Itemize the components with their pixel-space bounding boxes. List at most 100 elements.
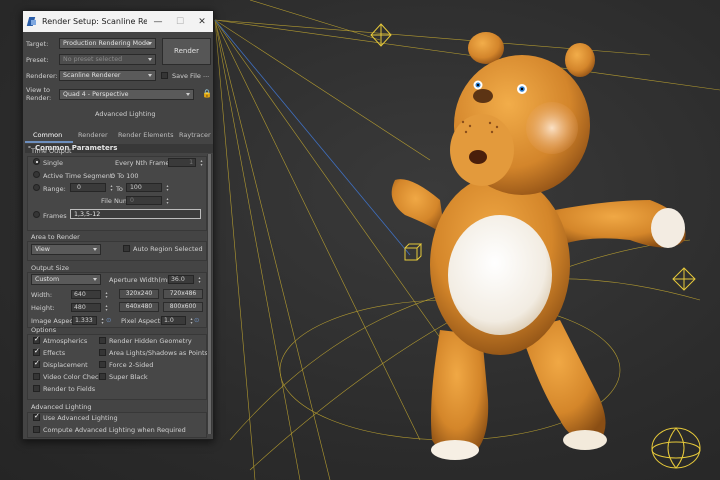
- width-spinner[interactable]: 640: [71, 290, 108, 299]
- scrollbar-thumb[interactable]: [208, 154, 211, 434]
- preset-800x600-button[interactable]: 800x600: [163, 302, 203, 312]
- view-to-render-value: Quad 4 - Perspective: [63, 91, 129, 98]
- close-button[interactable]: ✕: [191, 17, 213, 27]
- save-file-checkbox[interactable]: [161, 72, 168, 79]
- compute-advanced-lighting-label: Compute Advanced Lighting when Required: [43, 426, 186, 434]
- render-to-fields-label: Render to Fields: [43, 385, 96, 393]
- frames-radio[interactable]: [33, 211, 40, 218]
- target-label: Target:: [26, 40, 49, 48]
- displacement-label: Displacement: [43, 361, 88, 369]
- use-advanced-lighting-checkbox[interactable]: [33, 412, 40, 421]
- target-value: Production Rendering Mode: [63, 40, 150, 47]
- active-tab-indicator: [25, 141, 73, 143]
- range-to-label: To: [116, 185, 123, 193]
- chevron-down-icon: [93, 248, 97, 251]
- output-size-title: Output Size: [31, 264, 69, 272]
- target-dropdown[interactable]: Production Rendering Mode: [59, 38, 156, 49]
- atmospherics-checkbox[interactable]: [33, 335, 40, 344]
- light-gizmo-icon[interactable]: [370, 23, 392, 47]
- atmospherics-label: Atmospherics: [43, 337, 88, 345]
- active-time-range: 0 To 100: [111, 172, 139, 180]
- render-to-fields-checkbox[interactable]: [33, 385, 40, 392]
- preset-640x480-button[interactable]: 640x480: [119, 302, 159, 312]
- render-hidden-geometry-checkbox[interactable]: [99, 337, 106, 344]
- tab-renderer[interactable]: Renderer: [78, 131, 108, 139]
- dialog-title: Render Setup: Scanline Rende...: [42, 17, 147, 26]
- image-aspect-label: Image Aspect:: [31, 317, 78, 325]
- lock-icon[interactable]: 🔒: [202, 89, 212, 98]
- range-radio[interactable]: [33, 184, 40, 191]
- save-file-browse-button[interactable]: ...: [203, 71, 209, 79]
- lock-pixel-aspect-icon[interactable]: ⊙: [194, 316, 199, 324]
- every-nth-frame-label: Every Nth Frame:: [115, 159, 172, 167]
- pixel-aspect-spinner[interactable]: 1.0: [161, 316, 193, 325]
- use-advanced-lighting-label: Use Advanced Lighting: [43, 414, 118, 422]
- range-end-spinner[interactable]: 100: [126, 183, 169, 192]
- image-aspect-spinner[interactable]: 1.333: [72, 316, 104, 325]
- force-2-sided-checkbox[interactable]: [99, 361, 106, 368]
- teddy-bear-model[interactable]: [391, 32, 686, 460]
- effects-checkbox[interactable]: [33, 347, 40, 356]
- area-to-render-title: Area to Render: [31, 233, 80, 241]
- render-hidden-geometry-label: Render Hidden Geometry: [109, 337, 192, 345]
- displacement-checkbox[interactable]: [33, 359, 40, 368]
- area-lights-label: Area Lights/Shadows as Points: [109, 349, 208, 357]
- file-number-base-spinner[interactable]: 0: [126, 196, 169, 205]
- range-start-spinner[interactable]: 0: [70, 183, 113, 192]
- lock-aspect-icon[interactable]: ⊙: [106, 316, 111, 324]
- auto-region-label: Auto Region Selected: [133, 245, 203, 253]
- chevron-down-icon: [186, 93, 190, 96]
- effects-label: Effects: [43, 349, 66, 357]
- save-file-label: Save File: [172, 72, 201, 80]
- frames-input[interactable]: 1,3,5-12: [70, 209, 201, 219]
- tab-common[interactable]: Common: [33, 131, 62, 139]
- video-color-check-checkbox[interactable]: [33, 373, 40, 380]
- every-nth-frame-spinner[interactable]: 1: [168, 158, 203, 167]
- tab-advanced-lighting[interactable]: Advanced Lighting: [95, 110, 155, 118]
- output-size-preset-dropdown[interactable]: Custom: [31, 274, 101, 285]
- super-black-label: Super Black: [109, 373, 148, 381]
- range-label: Range:: [43, 185, 66, 193]
- render-setup-dialog[interactable]: Render Setup: Scanline Rende... — ☐ ✕ Ta…: [22, 10, 214, 440]
- preset-dropdown[interactable]: No preset selected: [59, 54, 156, 65]
- preset-720x486-button[interactable]: 720x486: [163, 289, 203, 299]
- video-color-check-label: Video Color Check: [43, 373, 103, 381]
- skylight-gizmo-icon[interactable]: [651, 427, 701, 469]
- super-black-checkbox[interactable]: [99, 373, 106, 380]
- view-to-render-dropdown[interactable]: Quad 4 - Perspective: [59, 89, 194, 100]
- render-button[interactable]: Render: [162, 38, 211, 65]
- options-title: Options: [31, 326, 57, 334]
- renderer-value: Scanline Renderer: [63, 72, 121, 79]
- tab-raytracer[interactable]: Raytracer: [179, 131, 211, 139]
- app-icon: [27, 17, 37, 27]
- height-spinner[interactable]: 480: [71, 303, 108, 312]
- force-2-sided-label: Force 2-Sided: [109, 361, 154, 369]
- maximize-button[interactable]: ☐: [169, 17, 191, 27]
- area-to-render-value: View: [35, 246, 50, 253]
- chevron-down-icon: [148, 42, 152, 45]
- active-time-segment-label: Active Time Segment:: [43, 172, 115, 180]
- pixel-aspect-label: Pixel Aspect:: [121, 317, 163, 325]
- compute-advanced-lighting-checkbox[interactable]: [33, 426, 40, 433]
- auto-region-checkbox[interactable]: [123, 245, 130, 252]
- view-to-render-label-line2: Render:: [26, 94, 52, 102]
- rollout-scrollbar[interactable]: [207, 154, 212, 434]
- preset-320x240-button[interactable]: 320x240: [119, 289, 159, 299]
- renderer-label: Renderer:: [26, 72, 58, 80]
- preset-label: Preset:: [26, 56, 49, 64]
- tab-bar: Common Renderer Render Elements Raytrace…: [23, 131, 213, 143]
- dialog-titlebar[interactable]: Render Setup: Scanline Rende... — ☐ ✕: [23, 11, 213, 32]
- area-to-render-dropdown[interactable]: View: [31, 244, 101, 255]
- area-lights-checkbox[interactable]: [99, 349, 106, 356]
- light-gizmo-icon-2[interactable]: [672, 267, 696, 291]
- tab-render-elements[interactable]: Render Elements: [118, 131, 174, 139]
- single-label: Single: [43, 159, 63, 167]
- chevron-down-icon: [148, 74, 152, 77]
- single-radio[interactable]: [33, 158, 40, 165]
- minimize-button[interactable]: —: [147, 17, 169, 27]
- active-time-segment-radio[interactable]: [33, 171, 40, 178]
- renderer-dropdown[interactable]: Scanline Renderer: [59, 70, 156, 81]
- view-to-render-label-line1: View to: [26, 86, 51, 94]
- advanced-lighting-title: Advanced Lighting: [31, 403, 92, 411]
- aperture-width-spinner[interactable]: 36.0: [168, 275, 201, 284]
